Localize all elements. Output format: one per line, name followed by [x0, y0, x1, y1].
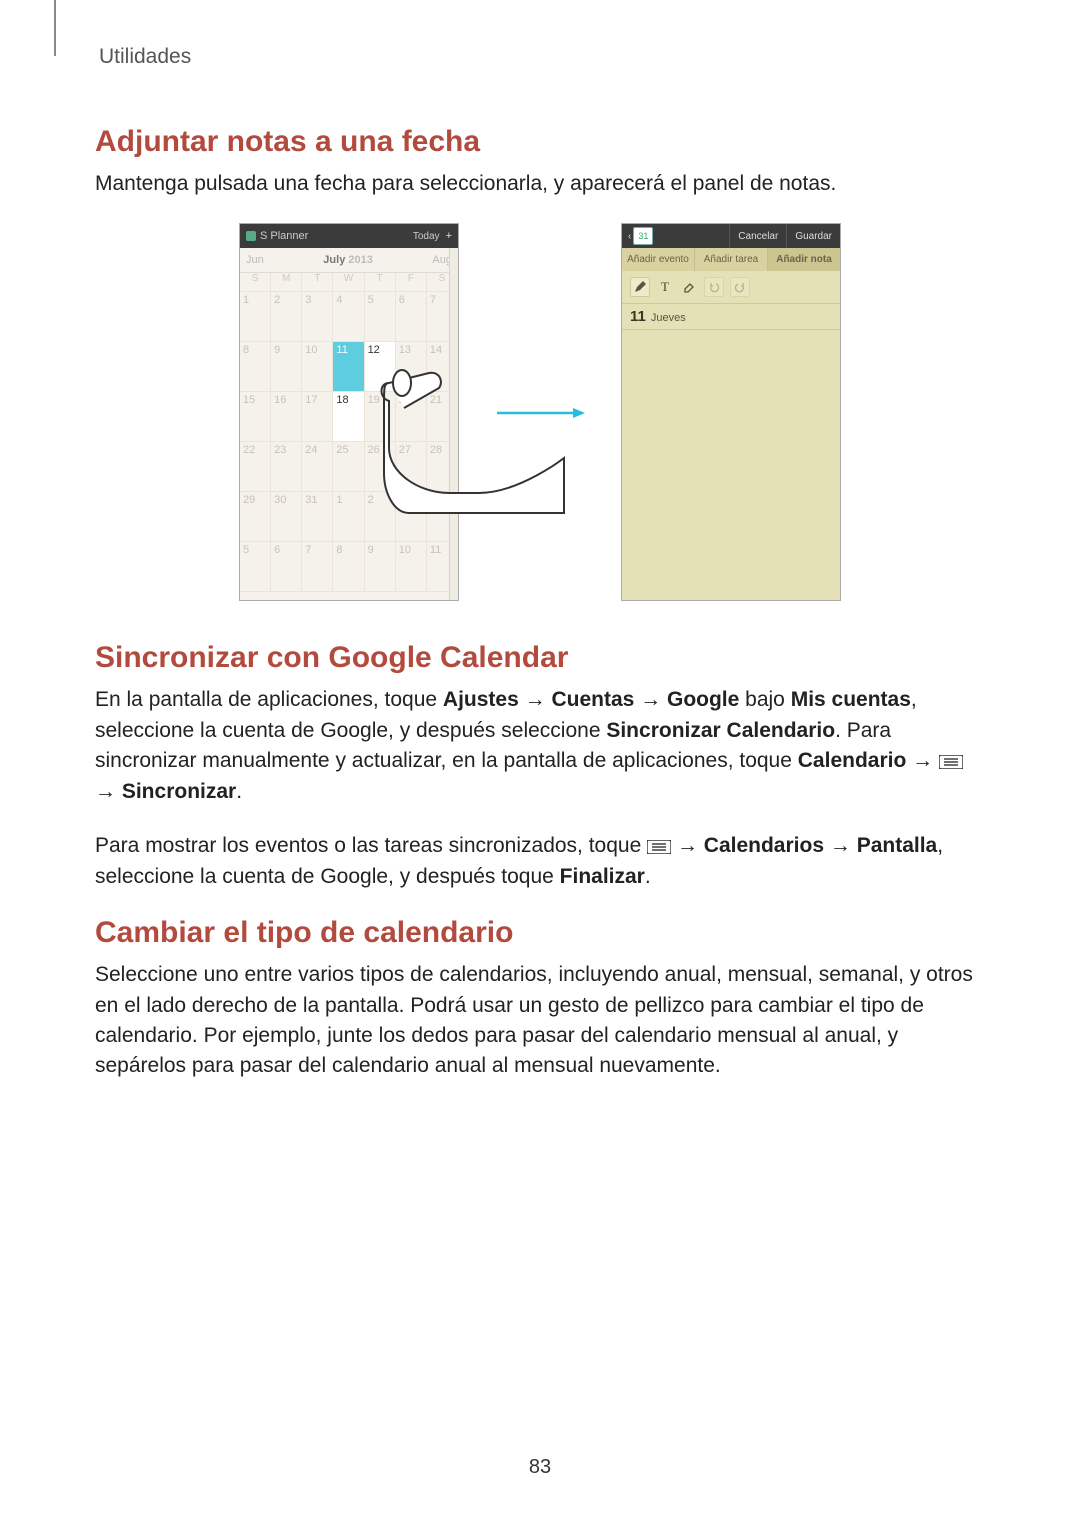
- note-titlebar: ‹ 31 Cancelar Guardar: [622, 224, 840, 248]
- cal-month-header: Jun July 2013 Aug: [240, 248, 458, 273]
- note-back-button: ‹ 31: [622, 227, 659, 245]
- note-tabs: Añadir evento Añadir tarea Añadir nota: [622, 248, 840, 271]
- calendar-screenshot-wrap: S Planner Today + Jun July 2013 Aug SMTW…: [239, 223, 459, 601]
- cal-today-label: Today: [413, 231, 440, 242]
- note-save-button: Guardar: [786, 224, 840, 248]
- tab-add-task: Añadir tarea: [695, 248, 768, 271]
- note-cancel-button: Cancelar: [729, 224, 786, 248]
- tab-add-note: Añadir nota: [768, 248, 840, 271]
- page-number: 83: [0, 1456, 1080, 1479]
- text-tool-icon: T: [656, 278, 674, 296]
- cal-titlebar: S Planner Today +: [240, 224, 458, 248]
- note-toolbar: T: [622, 271, 840, 304]
- margin-tab: [54, 0, 56, 56]
- manual-page: Utilidades Adjuntar notas a una fecha Ma…: [0, 0, 1080, 1527]
- body-sync-2: Para mostrar los eventos o las tareas si…: [95, 831, 985, 892]
- cal-prev-month: Jun: [246, 254, 264, 266]
- body-attach-notes: Mantenga pulsada una fecha para seleccio…: [95, 169, 985, 199]
- menu-icon: [647, 840, 671, 854]
- cal-month: July 2013: [323, 254, 373, 266]
- chevron-left-icon: ‹: [628, 231, 631, 242]
- cal-side-scroll: [449, 248, 458, 600]
- pen-icon: [630, 277, 650, 297]
- section-header: Utilidades: [99, 45, 985, 69]
- body-sync-1: En la pantalla de aplicaciones, toque Aj…: [95, 685, 985, 807]
- note-screenshot: ‹ 31 Cancelar Guardar Añadir evento Añad…: [621, 223, 841, 601]
- note-date-day: Jueves: [651, 312, 686, 324]
- cal-grid: SMTWTFS123456789101112131415161718192021…: [240, 273, 458, 592]
- heading-attach-notes: Adjuntar notas a una fecha: [95, 125, 985, 159]
- heading-sync: Sincronizar con Google Calendar: [95, 641, 985, 675]
- cal-plus-icon: +: [446, 230, 452, 242]
- cal-app-title: S Planner: [260, 230, 413, 242]
- note-date-num: 11: [630, 308, 646, 325]
- calendar-icon: 31: [633, 227, 653, 245]
- menu-icon: [939, 755, 963, 769]
- cal-app-icon: [246, 231, 256, 241]
- undo-icon: [704, 277, 724, 297]
- note-date: 11 Jueves: [622, 304, 840, 330]
- heading-change-view: Cambiar el tipo de calendario: [95, 916, 985, 950]
- figure-row: S Planner Today + Jun July 2013 Aug SMTW…: [95, 223, 985, 601]
- eraser-icon: [680, 278, 698, 296]
- arrow-icon: [495, 406, 585, 418]
- tab-add-event: Añadir evento: [622, 248, 695, 271]
- calendar-screenshot: S Planner Today + Jun July 2013 Aug SMTW…: [239, 223, 459, 601]
- body-change-view: Seleccione uno entre varios tipos de cal…: [95, 960, 985, 1082]
- redo-icon: [730, 277, 750, 297]
